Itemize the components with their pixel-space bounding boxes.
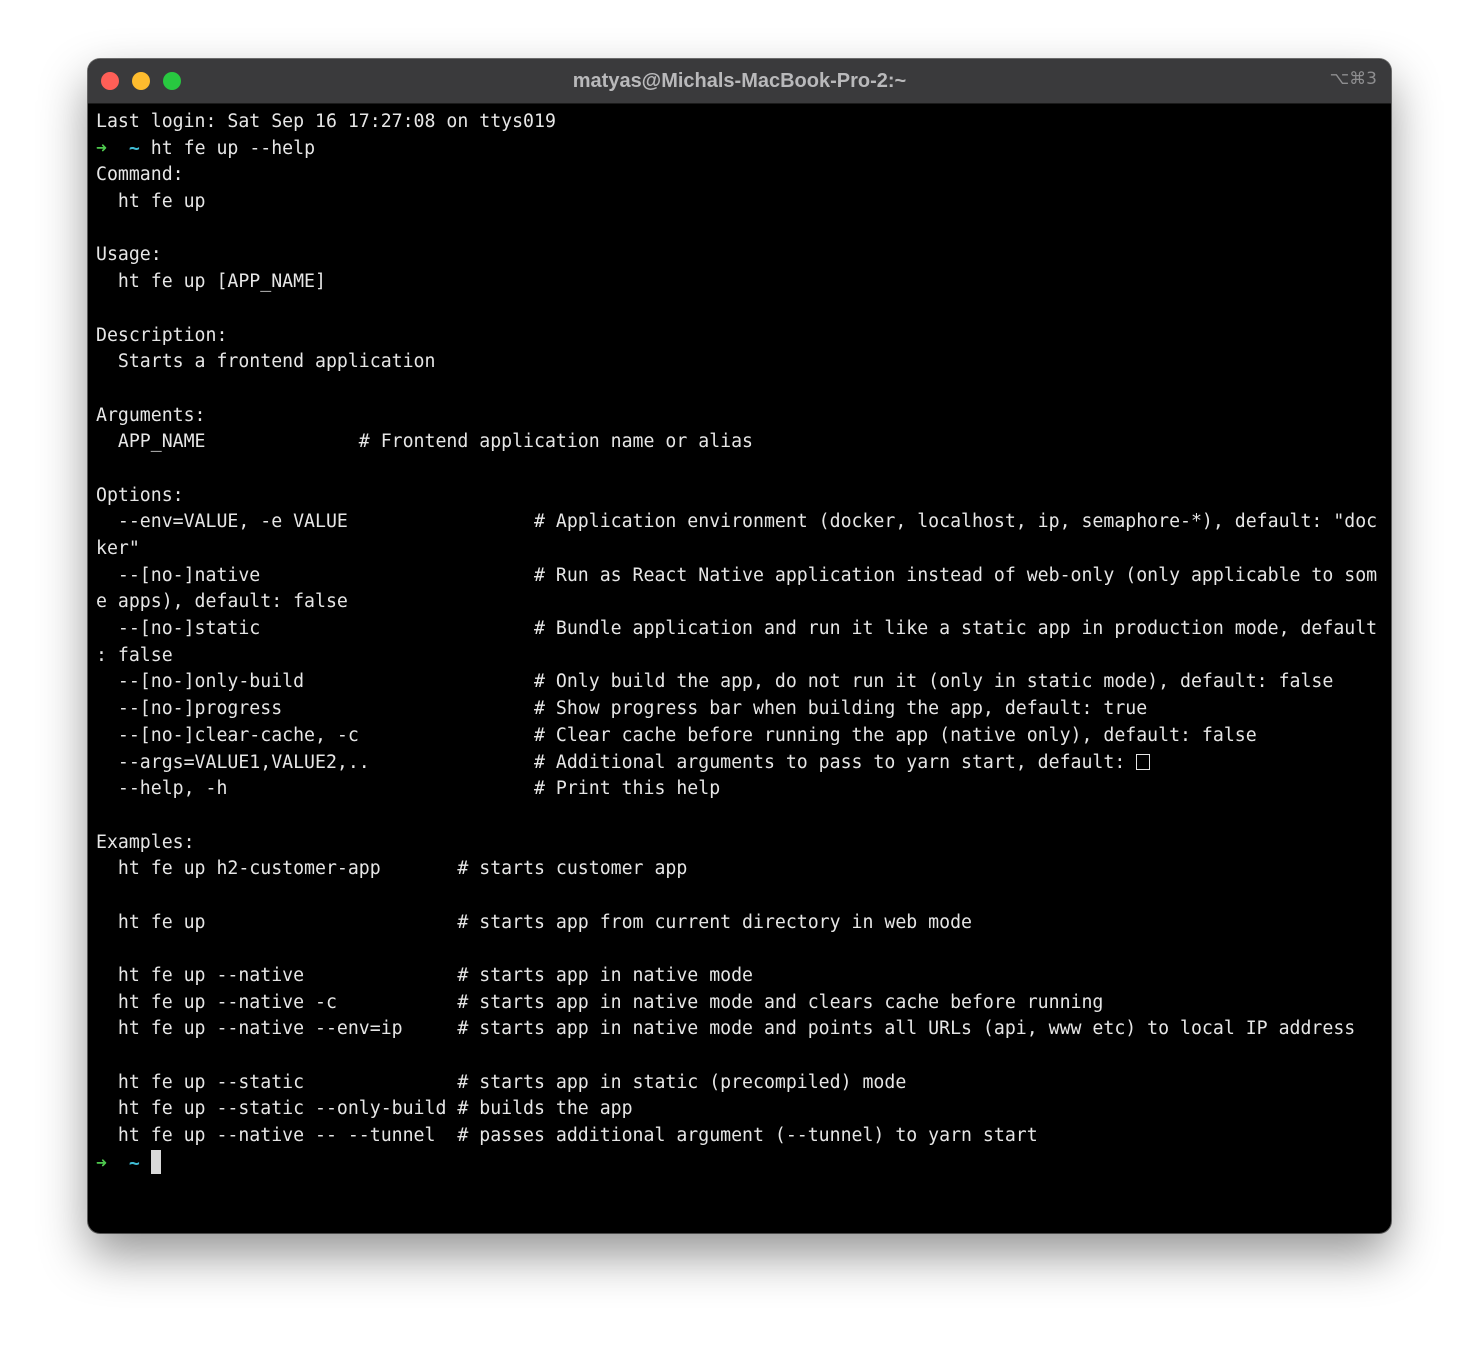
prompt-directory: ~ [128, 1152, 140, 1174]
command-line: ➜ ~ ht fe up --help [96, 136, 1387, 163]
title-bar[interactable]: matyas@Michals-MacBook-Pro-2:~ ⌥⌘3 [88, 59, 1391, 104]
prompt-arrow-icon: ➜ [96, 137, 107, 159]
current-prompt-line[interactable]: ➜ ~ [96, 1149, 1387, 1177]
option-args-text: --args=VALUE1,VALUE2,.. # Additional arg… [96, 751, 1137, 773]
description-header: Description: [96, 324, 228, 346]
option-line: --env=VALUE, -e VALUE # Application envi… [96, 511, 1378, 533]
prompt-arrow-icon: ➜ [96, 1152, 107, 1174]
option-line: --help, -h # Print this help [96, 778, 721, 800]
example-line: ht fe up --native -c # starts app in nat… [96, 991, 1104, 1013]
usage-header: Usage: [96, 244, 162, 266]
typed-command: ht fe up --help [150, 137, 316, 159]
example-line: ht fe up h2-customer-app # starts custom… [96, 858, 688, 880]
option-line: --[no-]only-build # Only build the app, … [96, 671, 1334, 693]
window-shortcut: ⌥⌘3 [1329, 69, 1377, 89]
option-line: --[no-]native # Run as React Native appl… [96, 564, 1378, 586]
usage-text: ht fe up [APP_NAME] [96, 271, 326, 293]
description-text: Starts a frontend application [96, 351, 436, 373]
empty-array-glyph-icon [1136, 753, 1151, 770]
terminal-window: matyas@Michals-MacBook-Pro-2:~ ⌥⌘3 Last … [88, 59, 1391, 1233]
command-text: ht fe up [96, 191, 206, 213]
example-line: ht fe up --native -- --tunnel # passes a… [96, 1125, 1038, 1147]
option-line: --[no-]static # Bundle application and r… [96, 618, 1378, 640]
option-line: ker" [96, 538, 140, 559]
option-line: --args=VALUE1,VALUE2,.. # Additional arg… [96, 750, 1387, 777]
prompt-directory: ~ [128, 137, 140, 159]
option-line: --[no-]clear-cache, -c # Clear cache bef… [96, 724, 1257, 746]
option-line: --[no-]progress # Show progress bar when… [96, 698, 1148, 720]
example-line: ht fe up --static --only-build # builds … [96, 1098, 633, 1120]
example-line: ht fe up --native # starts app in native… [96, 965, 753, 986]
command-header: Command: [96, 164, 184, 186]
arguments-header: Arguments: [96, 404, 206, 426]
terminal-output[interactable]: Last login: Sat Sep 16 17:27:08 on ttys0… [96, 109, 1387, 1233]
argument-line: APP_NAME # Frontend application name or … [96, 431, 753, 453]
option-line: e apps), default: false [96, 591, 348, 613]
options-header: Options: [96, 484, 184, 506]
example-line [96, 883, 1387, 910]
examples-header: Examples: [96, 831, 195, 853]
window-title: matyas@Michals-MacBook-Pro-2:~ [572, 70, 907, 92]
last-login-line: Last login: Sat Sep 16 17:27:08 on ttys0… [96, 111, 556, 132]
example-line [96, 1043, 1387, 1070]
text-cursor [150, 1149, 161, 1174]
example-line: ht fe up # starts app from current direc… [96, 911, 972, 933]
example-line [96, 936, 1387, 963]
example-line: ht fe up --native --env=ip # starts app … [96, 1018, 1356, 1040]
example-line: ht fe up --static # starts app in static… [96, 1071, 907, 1093]
option-line: : false [96, 644, 173, 666]
